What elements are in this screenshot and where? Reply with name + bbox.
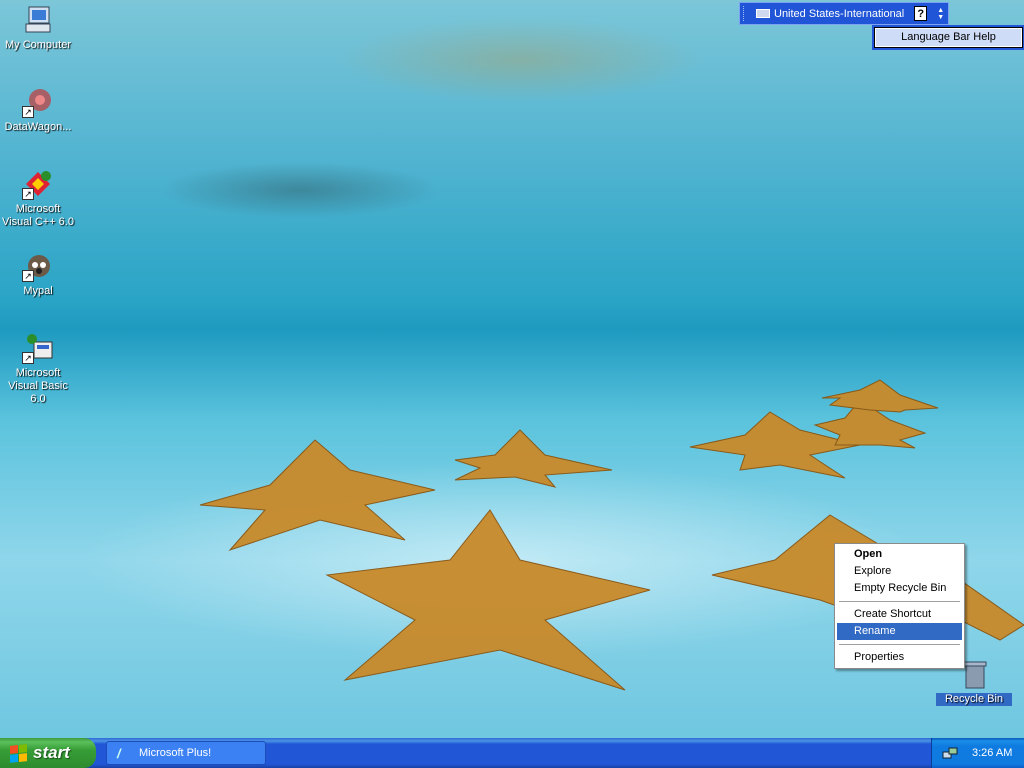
desktop-icon-label: My Computer	[4, 39, 72, 51]
chevron-down-icon: ▼	[937, 13, 945, 21]
desktop-icon-visual-basic[interactable]: ↗ Microsoft Visual Basic 6.0	[0, 332, 76, 406]
language-bar-grip-icon[interactable]	[743, 6, 748, 21]
language-bar-help-item[interactable]: Language Bar Help	[876, 29, 1021, 46]
chevron-up-icon: ▲	[937, 6, 945, 14]
desktop-icon-my-computer[interactable]: My Computer	[0, 4, 76, 52]
visual-basic-icon: ↗	[22, 332, 54, 364]
clock[interactable]: 3:26 AM	[972, 747, 1012, 759]
menu-item-properties[interactable]: Properties	[837, 649, 962, 666]
help-icon[interactable]: ?	[914, 6, 928, 21]
system-tray: 3:26 AM	[931, 738, 1024, 768]
desktop-icon-label: Microsoft Visual C++ 6.0	[2, 203, 74, 228]
start-label: start	[33, 743, 70, 762]
taskbar-button-microsoft-plus[interactable]: / Microsoft Plus!	[106, 741, 266, 765]
mypal-icon: ↗	[22, 250, 54, 282]
datawagon-icon: ↗	[22, 86, 54, 118]
menu-item-rename[interactable]: Rename	[837, 623, 962, 640]
microsoft-plus-icon: /	[117, 746, 121, 761]
language-selector[interactable]: United States-International	[774, 8, 904, 20]
desktop-icon-label: Mypal	[23, 285, 53, 297]
language-bar-options-button[interactable]: ▲ ▼	[937, 7, 944, 21]
menu-item-empty-recycle-bin[interactable]: Empty Recycle Bin	[837, 580, 962, 597]
desktop-icon-label: DataWagon...	[4, 121, 72, 133]
keyboard-icon	[756, 9, 770, 18]
my-computer-icon	[22, 4, 54, 36]
shortcut-arrow-icon: ↗	[22, 270, 34, 282]
taskbar-button-label: Microsoft Plus!	[139, 747, 212, 759]
context-menu: Open Explore Empty Recycle Bin Create Sh…	[834, 543, 965, 669]
windows-flag-icon	[10, 743, 27, 763]
shortcut-arrow-icon: ↗	[22, 106, 34, 118]
menu-item-explore[interactable]: Explore	[837, 563, 962, 580]
shortcut-arrow-icon: ↗	[22, 352, 34, 364]
desktop-icon-mypal[interactable]: ↗ Mypal	[0, 250, 76, 298]
menu-separator	[839, 644, 960, 645]
start-button[interactable]: start	[0, 738, 96, 768]
menu-item-open[interactable]: Open	[837, 546, 962, 563]
shortcut-arrow-icon: ↗	[22, 188, 34, 200]
visual-cpp-icon: ↗	[22, 168, 54, 200]
desktop-icon-label: Recycle Bin	[936, 693, 1012, 706]
menu-item-create-shortcut[interactable]: Create Shortcut	[837, 606, 962, 623]
desktop-icon-datawagon[interactable]: ↗ DataWagon...	[0, 86, 76, 134]
language-bar[interactable]: United States-International ? ▲ ▼	[739, 2, 949, 25]
taskbar: start / Microsoft Plus! 3:26 AM	[0, 738, 1024, 768]
desktop-icon-label: Microsoft Visual Basic 6.0	[8, 367, 68, 405]
menu-separator	[839, 601, 960, 602]
language-bar-help-menu[interactable]: Language Bar Help	[872, 25, 1024, 50]
network-icon[interactable]	[942, 746, 958, 760]
desktop-icon-visual-cpp[interactable]: ↗ Microsoft Visual C++ 6.0	[0, 168, 76, 229]
